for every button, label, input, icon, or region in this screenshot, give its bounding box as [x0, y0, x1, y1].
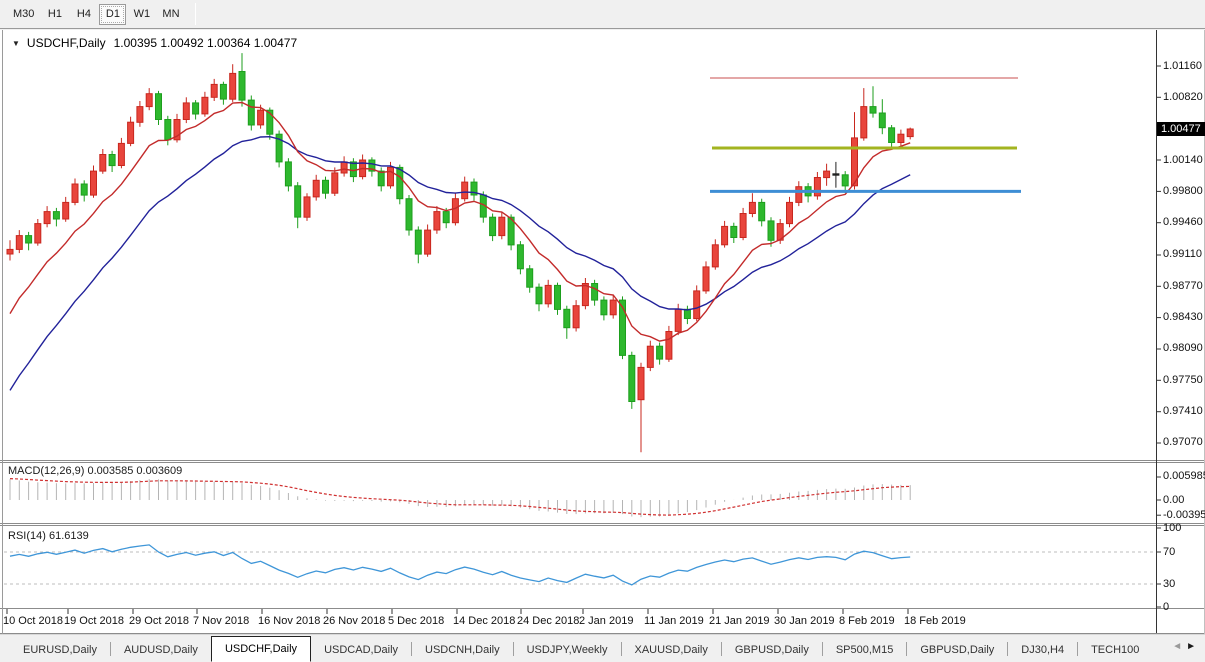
symbol-tab-sp500-m15[interactable]: SP500,M15	[823, 638, 906, 661]
timeframe-button-d1[interactable]: D1	[99, 4, 126, 25]
symbol-tab-xauusd-daily[interactable]: XAUUSD,Daily	[622, 638, 721, 661]
symbol-tabs-bar: EURUSD,DailyAUDUSD,DailyUSDCHF,DailyUSDC…	[0, 634, 1205, 662]
tab-scroll-left-icon[interactable]: ◄	[1172, 641, 1186, 652]
tab-scroll-right-icon[interactable]: ►	[1186, 641, 1200, 652]
symbol-tab-usdcnh-daily[interactable]: USDCNH,Daily	[412, 638, 513, 661]
symbol-tab-gbpusd-daily[interactable]: GBPUSD,Daily	[722, 638, 822, 661]
tab-scroll-arrows: ◄►	[1172, 641, 1200, 652]
symbol-tab-usdcad-daily[interactable]: USDCAD,Daily	[311, 638, 411, 661]
symbol-tab-eurusd-daily[interactable]: EURUSD,Daily	[10, 638, 110, 661]
timeframe-button-mn[interactable]: MN	[157, 4, 184, 25]
timeframe-button-h4[interactable]: H4	[70, 4, 97, 25]
timeframe-button-m30[interactable]: M30	[8, 4, 39, 25]
symbol-tab-audusd-daily[interactable]: AUDUSD,Daily	[111, 638, 211, 661]
toolbar-separator	[195, 3, 196, 25]
timeframe-toolbar: M30H1H4D1W1MN	[0, 0, 1205, 29]
symbol-tab-usdjpy-weekly[interactable]: USDJPY,Weekly	[514, 638, 621, 661]
timeframe-button-h1[interactable]: H1	[41, 4, 68, 25]
symbol-tab-tech100[interactable]: TECH100	[1078, 638, 1152, 661]
symbol-tab-gbpusd-daily[interactable]: GBPUSD,Daily	[907, 638, 1007, 661]
timeframe-button-w1[interactable]: W1	[128, 4, 155, 25]
chart-area	[0, 30, 1205, 634]
mt4-chart-window: M30H1H4D1W1MN ▼USDCHF,Daily1.00395 1.004…	[0, 0, 1205, 662]
symbol-tab-usdchf-daily[interactable]: USDCHF,Daily	[211, 636, 311, 662]
symbol-tab-dj30-h4[interactable]: DJ30,H4	[1008, 638, 1077, 661]
chart-canvas[interactable]	[0, 30, 1205, 634]
